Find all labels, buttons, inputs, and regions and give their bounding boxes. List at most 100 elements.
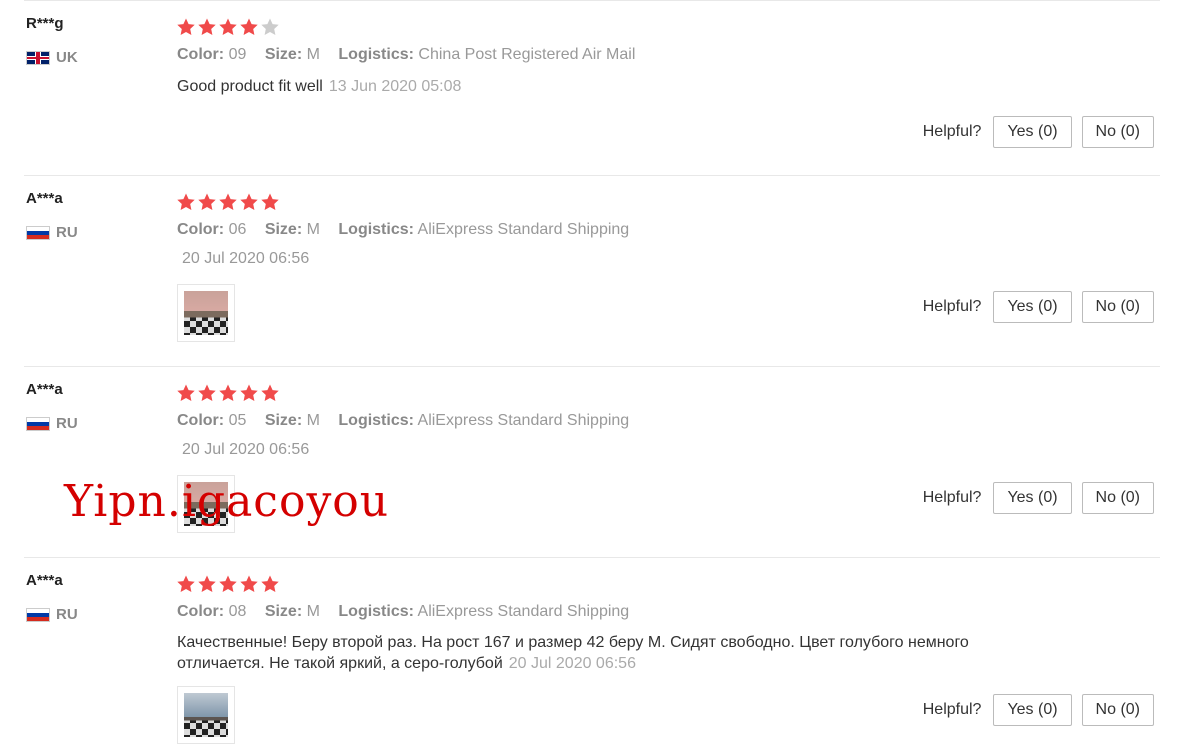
review-item: A***a RU Color: 06 Size: M Logistics: Al… [24,175,1160,367]
helpful-controls: Helpful? Yes (0) No (0) [923,694,1154,726]
star-empty-icon [260,17,280,37]
helpful-no-button[interactable]: No (0) [1081,694,1154,726]
reviewer-country: RU [26,415,78,432]
review-meta: Color: 06 Size: M Logistics: AliExpress … [177,221,629,239]
review-photo-thumbnail[interactable] [177,686,235,744]
size-value: M [306,603,320,620]
review-body: Good product fit well [177,78,323,95]
star-filled-icon [218,383,238,403]
review-item: A***a RU Color: 08 Size: M Logistics: Al… [24,557,1160,753]
star-rating [176,192,280,212]
star-filled-icon [239,574,259,594]
star-filled-icon [239,383,259,403]
size-label: Size: [264,412,303,429]
review-photo [184,693,228,737]
star-filled-icon [218,192,238,212]
helpful-yes-button[interactable]: Yes (0) [993,482,1072,514]
logistics-value: AliExpress Standard Shipping [417,221,630,238]
russia-flag-icon [26,416,50,431]
star-filled-icon [260,192,280,212]
reviewer-name: R***g [26,15,64,32]
helpful-controls: Helpful? Yes (0) No (0) [923,116,1154,148]
size-value: M [306,412,320,429]
color-value: 06 [228,221,247,238]
reviewer-name: A***a [26,190,63,207]
color-value: 09 [228,46,247,63]
watermark-text: Yipn.igacoyou [64,476,390,527]
reviewer-name: A***a [26,572,63,589]
review-date: 20 Jul 2020 06:56 [182,250,310,267]
size-value: M [306,221,320,238]
star-rating [176,17,280,37]
logistics-value: China Post Registered Air Mail [418,46,636,63]
star-filled-icon [176,192,196,212]
review-body-line-2: отличается. Не такой яркий, а серо-голуб… [177,655,503,672]
helpful-no-button[interactable]: No (0) [1081,482,1154,514]
reviewer-name: A***a [26,381,63,398]
review-text: Качественные! Беру второй раз. На рост 1… [177,632,997,674]
review-body-line-1: Качественные! Беру второй раз. На рост 1… [177,634,969,651]
reviewer-country: RU [26,606,78,623]
size-label: Size: [264,221,303,238]
helpful-yes-button[interactable]: Yes (0) [993,694,1072,726]
russia-flag-icon [26,607,50,622]
helpful-controls: Helpful? Yes (0) No (0) [923,291,1154,323]
star-filled-icon [197,192,217,212]
helpful-controls: Helpful? Yes (0) No (0) [923,482,1154,514]
logistics-label: Logistics: [338,221,414,238]
logistics-label: Logistics: [338,46,414,63]
helpful-label: Helpful? [922,701,982,718]
star-filled-icon [176,383,196,403]
color-value: 05 [228,412,247,429]
reviewer-country: RU [26,224,78,241]
helpful-yes-button[interactable]: Yes (0) [993,291,1072,323]
helpful-label: Helpful? [922,123,982,140]
review-photo-thumbnail[interactable] [177,284,235,342]
size-label: Size: [264,46,303,63]
star-rating [176,574,280,594]
star-filled-icon [260,574,280,594]
review-meta: Color: 09 Size: M Logistics: China Post … [177,46,635,64]
helpful-no-button[interactable]: No (0) [1081,116,1154,148]
size-value: M [306,46,320,63]
star-filled-icon [239,17,259,37]
helpful-label: Helpful? [922,298,982,315]
star-filled-icon [176,17,196,37]
review-date: 13 Jun 2020 05:08 [328,78,462,95]
country-code: RU [56,224,78,241]
star-filled-icon [176,574,196,594]
star-filled-icon [197,17,217,37]
logistics-value: AliExpress Standard Shipping [417,603,630,620]
review-text: Good product fit well 13 Jun 2020 05:08 [177,76,997,97]
helpful-label: Helpful? [922,489,982,506]
star-filled-icon [260,383,280,403]
country-code: UK [56,49,78,66]
color-label: Color: [177,603,225,620]
country-code: RU [56,606,78,623]
review-meta: Color: 08 Size: M Logistics: AliExpress … [177,603,629,621]
star-rating [176,383,280,403]
color-label: Color: [177,46,225,63]
star-filled-icon [197,574,217,594]
review-item: R***g UK Color: 09 Size: M Logistics: Ch… [24,0,1160,176]
color-value: 08 [228,603,247,620]
review-item: A***a RU Color: 05 Size: M Logistics: Al… [24,366,1160,558]
russia-flag-icon [26,225,50,240]
logistics-label: Logistics: [338,412,414,429]
star-filled-icon [218,574,238,594]
review-meta: Color: 05 Size: M Logistics: AliExpress … [177,412,629,430]
star-filled-icon [197,383,217,403]
logistics-value: AliExpress Standard Shipping [417,412,630,429]
color-label: Color: [177,412,225,429]
star-filled-icon [239,192,259,212]
size-label: Size: [264,603,303,620]
helpful-no-button[interactable]: No (0) [1081,291,1154,323]
uk-flag-icon [26,50,50,65]
reviewer-country: UK [26,49,78,66]
review-photo [184,291,228,335]
review-date: 20 Jul 2020 06:56 [508,655,636,672]
logistics-label: Logistics: [338,603,414,620]
review-date: 20 Jul 2020 06:56 [182,441,310,458]
star-filled-icon [218,17,238,37]
helpful-yes-button[interactable]: Yes (0) [993,116,1072,148]
